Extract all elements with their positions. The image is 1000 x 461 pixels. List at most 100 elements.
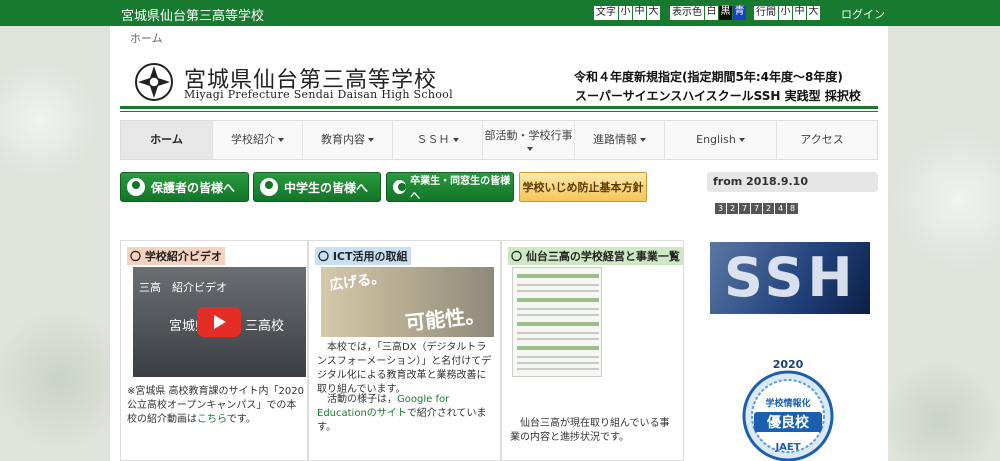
play-icon[interactable] — [197, 307, 241, 337]
chevron-down-icon — [452, 138, 459, 142]
parents-button-label: 保護者の皆様へ — [151, 180, 236, 195]
management-document-thumbnail[interactable] — [512, 267, 602, 377]
management-text: 仙台三高が現在取り組んでいる事業の内容と進捗状況です。 — [510, 418, 670, 443]
nav-label: 進路情報 — [593, 133, 637, 146]
font-size-small[interactable]: 小 — [619, 6, 632, 20]
alumni-button-label: 卒業生・同窓生の皆様へ — [410, 176, 511, 202]
nav-item-career[interactable]: 進路情報 — [575, 121, 665, 159]
badge-year: 2020 — [773, 358, 804, 371]
doc-line — [517, 332, 599, 334]
color-control: 表示色 白 黒 青 — [670, 6, 747, 20]
user-icon — [127, 178, 145, 196]
site-name[interactable]: 宮城県仙台第三高等学校 — [121, 5, 264, 24]
junior-high-button[interactable]: 中学生の皆様へ — [253, 172, 381, 202]
doc-line — [517, 284, 599, 286]
login-link[interactable]: ログイン — [841, 6, 885, 22]
font-size-control: 文字 小 中 大 — [594, 6, 661, 20]
ssh-banner[interactable]: SSH — [710, 242, 870, 314]
font-size-large[interactable]: 大 — [647, 6, 660, 20]
nav-item-english[interactable]: English — [665, 121, 777, 159]
nav-item-about[interactable]: 学校紹介 — [213, 121, 303, 159]
svg-text:学校情報化: 学校情報化 — [765, 397, 810, 409]
intro-video-player[interactable]: 三高 紹介ビデオ 宮城県 三高校 — [133, 267, 306, 377]
counter-digit: 7 — [751, 203, 762, 214]
chevron-down-icon — [527, 147, 533, 151]
school-informatization-award-badge[interactable]: 2020 学校情報化 優良校 JAET — [732, 356, 844, 461]
ict-paragraph2: 活動の様子は，Google for Educationのサイトで紹介されています… — [317, 393, 495, 435]
video-caption-right: 三高校 — [245, 319, 285, 334]
parents-button[interactable]: 保護者の皆様へ — [120, 172, 249, 202]
counter-digit: 2 — [763, 203, 774, 214]
ssh-designation-line2: スーパーサイエンスハイスクールSSH 実践型 採択校 — [575, 89, 861, 103]
counter-digit: 8 — [787, 203, 798, 214]
font-size-label: 文字 — [594, 6, 618, 20]
line-spacing-large[interactable]: 大 — [807, 6, 820, 20]
nav-label: 部活動・学校行事 — [484, 129, 573, 142]
ssh-banner-text: SSH — [724, 246, 857, 309]
anti-bullying-policy-button[interactable]: 学校いじめ防止基本方針 — [519, 172, 647, 202]
doc-line — [517, 314, 599, 316]
ict-image[interactable]: 広げる。 可能性。 — [321, 267, 494, 337]
chevron-down-icon — [640, 138, 646, 142]
alumni-button[interactable]: 卒業生・同窓生の皆様へ — [386, 172, 514, 202]
badge-org: JAET — [774, 442, 800, 453]
chevron-down-icon — [278, 138, 284, 142]
doc-line — [517, 362, 599, 364]
nav-label: 教育内容 — [321, 133, 365, 146]
counter-digit: 4 — [775, 203, 786, 214]
management-heading: 〇 仙台三高の学校経営と事業一覧 — [508, 247, 683, 265]
breadcrumb[interactable]: ホーム — [130, 30, 163, 46]
line-spacing-small[interactable]: 小 — [779, 6, 792, 20]
ict-heading: 〇 ICT活用の取組 — [315, 247, 411, 265]
doc-bar — [517, 298, 599, 302]
chevron-down-icon — [738, 138, 745, 142]
svg-text:優良校: 優良校 — [766, 414, 810, 431]
visitor-counter: 3 2 7 7 2 4 8 — [715, 203, 799, 214]
ict-box: 〇 ICT活用の取組 広げる。 可能性。 本校では，「三高DX（デジタルトランス… — [308, 240, 501, 461]
nav-item-access[interactable]: アクセス — [777, 121, 867, 159]
doc-line — [517, 290, 599, 292]
counter-digit: 7 — [739, 203, 750, 214]
intro-video-link[interactable]: こちら — [197, 414, 227, 425]
color-white[interactable]: 白 — [705, 6, 718, 20]
nav-item-ssh[interactable]: ＳＳＨ — [393, 121, 483, 159]
doc-bar — [517, 346, 599, 350]
doc-line — [517, 338, 599, 340]
nav-item-clubs-events[interactable]: 部活動・学校行事 — [483, 121, 575, 159]
doc-bar — [517, 274, 599, 278]
line-spacing-label: 行間 — [754, 6, 778, 20]
intro-video-box: 〇 学校紹介ビデオ 三高 紹介ビデオ 宮城県 三高校 ※宮城県 高校教育課のサイ… — [120, 240, 308, 461]
doc-line — [517, 368, 599, 370]
color-blue[interactable]: 青 — [733, 6, 746, 20]
color-black[interactable]: 黒 — [719, 6, 732, 20]
junior-high-button-label: 中学生の皆様へ — [284, 180, 369, 195]
intro-video-text: ※宮城県 高校教育課のサイト内「2020公立高校オープンキャンパス」での本校の紹… — [127, 385, 305, 427]
nav-label: ホーム — [150, 133, 183, 146]
doc-line — [517, 356, 599, 358]
nav-item-home[interactable]: ホーム — [121, 121, 213, 159]
top-bar: 宮城県仙台第三高等学校 文字 小 中 大 表示色 白 黒 青 行間 小 中 大 … — [0, 0, 1000, 26]
main-nav: ホーム 学校紹介 教育内容 ＳＳＨ 部活動・学校行事 進路情報 English … — [120, 120, 878, 160]
doc-bar — [517, 322, 599, 326]
video-title: 三高 紹介ビデオ — [139, 281, 227, 294]
ict-paragraph1: 本校では，「三高DX（デジタルトランスフォーメーション）」と名付けてデジタル化に… — [317, 342, 492, 395]
ssh-designation-line1: 令和４年度新規指定(指定期間5年:4年度～8年度) — [574, 70, 843, 84]
ict-paragraph2-pre: 活動の様子は， — [327, 394, 397, 405]
school-emblem-icon[interactable] — [132, 60, 176, 104]
nav-item-education[interactable]: 教育内容 — [303, 121, 393, 159]
font-size-medium[interactable]: 中 — [633, 6, 646, 20]
line-spacing-medium[interactable]: 中 — [793, 6, 806, 20]
main-container: ホーム 宮城県仙台第三高等学校 Miyagi Prefecture Sendai… — [110, 26, 888, 461]
chevron-down-icon — [368, 138, 374, 142]
header-divider-thin — [120, 111, 878, 112]
ict-image-word1: 広げる。 — [328, 270, 386, 294]
intro-video-description-end: です。 — [226, 414, 256, 425]
doc-line — [517, 308, 599, 310]
nav-label: ＳＳＨ — [416, 133, 450, 146]
nav-label: アクセス — [800, 133, 844, 146]
nav-label: English — [696, 133, 736, 146]
counter-since-label: from 2018.9.10 — [707, 172, 878, 192]
ict-image-word2: 可能性。 — [404, 302, 487, 336]
header-divider — [120, 106, 878, 109]
nav-label: 学校紹介 — [231, 133, 275, 146]
